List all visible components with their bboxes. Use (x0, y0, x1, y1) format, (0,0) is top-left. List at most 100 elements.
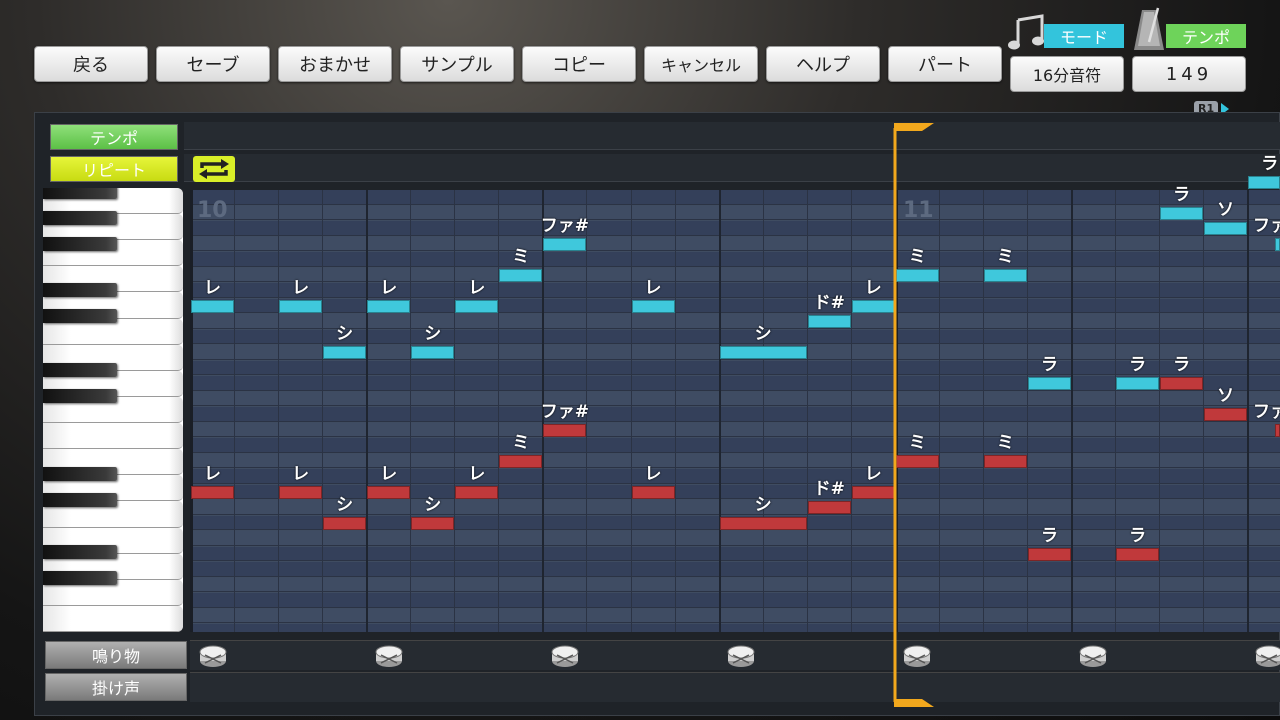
drum-icon[interactable] (199, 644, 227, 668)
grid-row (190, 360, 1280, 375)
piano-black-key[interactable] (43, 188, 117, 199)
harmony-note[interactable] (411, 516, 455, 530)
grid-row (190, 453, 1280, 468)
tempo-track[interactable] (184, 122, 1280, 150)
repeat-track[interactable] (184, 154, 1280, 182)
harmony-note[interactable] (367, 485, 411, 499)
tempo-row-label[interactable]: テンポ (50, 124, 178, 150)
melody-note-label: ラ (1173, 184, 1191, 205)
piano-black-key[interactable] (43, 237, 117, 251)
melody-note[interactable] (851, 299, 895, 313)
harmony-note[interactable] (543, 423, 587, 437)
grid-row (190, 624, 1280, 632)
note-length-selector[interactable]: 16分音符 (1010, 56, 1124, 92)
cancel-button[interactable]: キャンセル (644, 46, 758, 82)
back-button[interactable]: 戻る (34, 46, 148, 82)
piano-black-key[interactable] (43, 309, 117, 323)
melody-note[interactable] (543, 237, 587, 251)
tempo-value[interactable]: 149 (1132, 56, 1246, 92)
melody-note[interactable] (1027, 377, 1071, 390)
sample-button[interactable]: サンプル (400, 46, 514, 82)
harmony-note-label: シ (336, 494, 354, 515)
harmony-note[interactable] (323, 516, 367, 530)
harmony-note-label: レ (864, 463, 882, 484)
piano-white-key[interactable] (43, 423, 183, 450)
drum-icon[interactable] (727, 644, 755, 668)
harmony-note-label: ラ (1129, 525, 1147, 546)
melody-note[interactable] (367, 299, 411, 313)
melody-note[interactable] (631, 299, 675, 313)
harmony-note[interactable] (1204, 408, 1248, 421)
melody-note[interactable] (807, 315, 851, 328)
harmony-note[interactable] (191, 485, 235, 499)
harmony-note[interactable] (1274, 423, 1280, 437)
melody-note[interactable] (455, 299, 499, 313)
piano-black-key[interactable] (43, 545, 117, 559)
harmony-note-label: ファ (1253, 401, 1280, 422)
harmony-note[interactable] (455, 485, 499, 499)
piano-black-key[interactable] (43, 493, 117, 507)
playhead-cursor[interactable] (892, 122, 936, 708)
harmony-note[interactable] (279, 485, 323, 499)
grid-column-line (982, 190, 984, 632)
drum-icon[interactable] (1255, 644, 1280, 668)
copy-button[interactable]: コピー (522, 46, 636, 82)
save-button[interactable]: セーブ (156, 46, 270, 82)
voice-row-label[interactable]: 掛け声 (45, 673, 187, 701)
melody-note[interactable] (1160, 206, 1204, 220)
harmony-note[interactable] (631, 485, 675, 499)
harmony-note[interactable] (1116, 547, 1160, 561)
melody-note-label: ファ (1253, 215, 1280, 236)
melody-note-label: レ (468, 277, 486, 298)
harmony-note[interactable] (719, 516, 807, 530)
grid-column-line (1159, 190, 1161, 632)
drum-icon[interactable] (1079, 644, 1107, 668)
grid-column-line (938, 190, 940, 632)
piano-black-key[interactable] (43, 467, 117, 481)
harmony-note-label: シ (754, 494, 772, 515)
piano-black-key[interactable] (43, 363, 117, 377)
repeat-icon[interactable] (193, 156, 235, 182)
percussion-row-label[interactable]: 鳴り物 (45, 641, 187, 669)
melody-note[interactable] (719, 346, 807, 359)
grid-row (190, 252, 1280, 267)
piano-black-key[interactable] (43, 283, 117, 297)
grid-row (190, 298, 1280, 313)
melody-note[interactable] (191, 299, 235, 313)
grid-column-line (234, 190, 236, 632)
piano-black-key[interactable] (43, 211, 117, 225)
melody-note[interactable] (983, 268, 1027, 282)
melody-note[interactable] (279, 299, 323, 313)
harmony-note[interactable] (499, 454, 543, 468)
grid-row (190, 422, 1280, 437)
melody-note[interactable] (323, 346, 367, 359)
harmony-note[interactable] (1160, 377, 1204, 390)
drum-icon[interactable] (375, 644, 403, 668)
piano-white-key[interactable] (43, 605, 183, 632)
grid-row (190, 391, 1280, 406)
piano-black-key[interactable] (43, 389, 117, 403)
grid-row (190, 236, 1280, 251)
part-button[interactable]: パート (888, 46, 1002, 82)
melody-note[interactable] (499, 268, 543, 282)
repeat-row-label[interactable]: リピート (50, 156, 178, 182)
drum-icon[interactable] (551, 644, 579, 668)
melody-note[interactable] (1116, 377, 1160, 390)
grid-column-line (674, 190, 676, 632)
piano-black-key[interactable] (43, 571, 117, 585)
auto-compose-button[interactable]: おまかせ (278, 46, 392, 82)
melody-note[interactable] (1248, 175, 1280, 189)
harmony-note[interactable] (1027, 547, 1071, 561)
note-grid[interactable] (190, 190, 1280, 632)
piano-keyboard[interactable] (43, 188, 183, 632)
harmony-note[interactable] (983, 454, 1027, 468)
harmony-note[interactable] (851, 485, 895, 499)
melody-note[interactable] (1204, 222, 1248, 235)
help-button[interactable]: ヘルプ (766, 46, 880, 82)
melody-note[interactable] (1274, 237, 1280, 251)
grid-column-line (498, 190, 500, 632)
harmony-note-label: レ (468, 463, 486, 484)
melody-note[interactable] (411, 346, 455, 359)
voice-track[interactable] (190, 672, 1280, 702)
harmony-note[interactable] (807, 501, 851, 514)
